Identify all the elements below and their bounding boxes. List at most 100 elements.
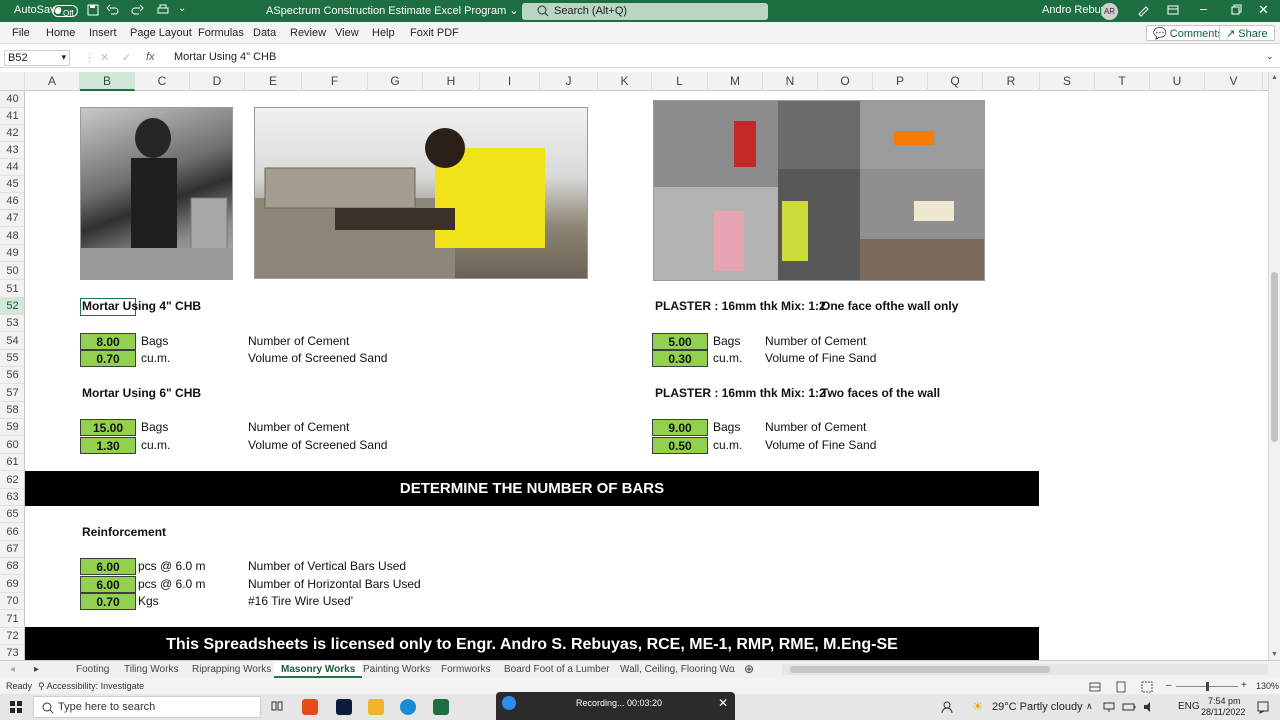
vertical-bars-desc[interactable]: Number of Vertical Bars Used — [248, 558, 406, 575]
row-header[interactable]: 41 — [0, 108, 24, 125]
next-sheet-icon[interactable]: ▸ — [34, 661, 39, 678]
row-header[interactable]: 45 — [0, 176, 24, 193]
battery-icon[interactable] — [1122, 700, 1136, 714]
tab-review[interactable]: Review — [290, 27, 326, 39]
row-header[interactable]: 57 — [0, 385, 24, 402]
row-header[interactable]: 55 — [0, 350, 24, 367]
confirm-icon[interactable]: ✓ — [122, 51, 131, 64]
excel-app-icon[interactable] — [433, 699, 449, 715]
close-recording-icon[interactable]: ✕ — [718, 696, 728, 710]
plaster-2-cement-desc[interactable]: Number of Cement — [765, 419, 866, 436]
column-header[interactable]: S — [1040, 72, 1095, 91]
cancel-icon[interactable]: ✕ — [100, 51, 109, 64]
customize-qat-icon[interactable]: ⌄ — [178, 3, 186, 14]
column-header[interactable]: U — [1150, 72, 1205, 91]
column-header[interactable]: L — [652, 72, 708, 91]
plaster-2-cement-value[interactable]: 9.00 — [652, 419, 708, 436]
zoom-slider-thumb[interactable] — [1206, 682, 1209, 691]
weather-icon[interactable]: ☀ — [972, 699, 984, 715]
sheet-tab-masonry-works[interactable]: Masonry Works — [274, 661, 363, 678]
row-header-selected[interactable]: 52 — [0, 298, 24, 315]
reinforcement-title[interactable]: Reinforcement — [82, 524, 166, 541]
column-header[interactable]: O — [818, 72, 873, 91]
row-header[interactable]: 43 — [0, 142, 24, 159]
worksheet-grid[interactable]: Mortar Using 4" CHB 8.00 Bags Number of … — [25, 91, 1268, 660]
column-header[interactable]: M — [708, 72, 763, 91]
clock-time[interactable]: 7:54 pm — [1208, 696, 1241, 706]
people-icon[interactable] — [940, 700, 954, 714]
sheet-tab-footing[interactable]: Footing — [76, 661, 109, 678]
column-header[interactable]: I — [480, 72, 540, 91]
row-header[interactable]: 63 — [0, 489, 24, 506]
row-header[interactable]: 47 — [0, 210, 24, 227]
pen-icon[interactable] — [1136, 3, 1150, 17]
plaster-1-cement-unit[interactable]: Bags — [713, 333, 740, 350]
scroll-up-icon[interactable]: ▲ — [1271, 74, 1278, 81]
tie-wire-unit[interactable]: Kgs — [138, 593, 159, 610]
row-header[interactable]: 73 — [0, 645, 24, 660]
weather-text[interactable]: 29°C Partly cloudy — [992, 701, 1083, 713]
photoshop-app-icon[interactable] — [336, 699, 352, 715]
plaster-2-title[interactable]: PLASTER : 16mm thk Mix: 1:2 — [655, 385, 826, 402]
tie-wire-value[interactable]: 0.70 — [80, 593, 136, 610]
name-box[interactable]: B52 ▾ — [4, 50, 70, 66]
avatar[interactable]: AR — [1101, 3, 1118, 20]
plaster-2-sand-value[interactable]: 0.50 — [652, 437, 708, 454]
column-header[interactable]: E — [245, 72, 302, 91]
plaster-1-cement-value[interactable]: 5.00 — [652, 333, 708, 350]
prev-sheet-icon[interactable]: ◂ — [10, 661, 15, 678]
tab-view[interactable]: View — [335, 27, 359, 39]
tab-home[interactable]: Home — [46, 27, 75, 39]
row-header[interactable]: 62 — [0, 472, 24, 489]
ribbon-display-icon[interactable] — [1166, 3, 1180, 17]
accessibility-status[interactable]: ⚲ Accessibility: Investigate — [38, 681, 144, 692]
column-header[interactable]: T — [1095, 72, 1150, 91]
mortar-4-sand-value[interactable]: 0.70 — [80, 350, 136, 367]
mortar-6-cement-unit[interactable]: Bags — [141, 419, 168, 436]
task-view-icon[interactable] — [270, 699, 286, 715]
row-header[interactable]: 67 — [0, 541, 24, 558]
notifications-icon[interactable] — [1256, 700, 1270, 714]
sheet-tab-board-foot[interactable]: Board Foot of a Lumber — [504, 661, 610, 678]
tab-help[interactable]: Help — [372, 27, 395, 39]
mortar-4-sand-unit[interactable]: cu.m. — [141, 350, 170, 367]
row-header[interactable]: 71 — [0, 611, 24, 628]
tab-insert[interactable]: Insert — [89, 27, 117, 39]
plaster-1-sand-desc[interactable]: Volume of Fine Sand — [765, 350, 876, 367]
redo-icon[interactable] — [130, 3, 144, 17]
plaster-1-sand-value[interactable]: 0.30 — [652, 350, 708, 367]
formula-input[interactable]: Mortar Using 4" CHB — [174, 51, 276, 63]
row-header[interactable]: 58 — [0, 402, 24, 419]
row-header[interactable]: 61 — [0, 454, 24, 471]
sheet-tab-painting-works[interactable]: Painting Works — [363, 661, 430, 678]
tab-page-layout[interactable]: Page Layout — [130, 27, 192, 39]
row-header[interactable]: 40 — [0, 91, 24, 108]
clock-date[interactable]: 28/11/2022 — [1201, 707, 1245, 717]
column-header[interactable]: N — [763, 72, 818, 91]
horizontal-bars-unit[interactable]: pcs @ 6.0 m — [138, 576, 206, 593]
add-sheet-icon[interactable]: ⊕ — [744, 661, 754, 678]
row-header[interactable]: 50 — [0, 263, 24, 280]
bars-section-banner[interactable]: DETERMINE THE NUMBER OF BARS — [25, 471, 1039, 506]
column-header[interactable]: V — [1205, 72, 1263, 91]
row-header[interactable]: 65 — [0, 506, 24, 523]
plaster-2-sand-unit[interactable]: cu.m. — [713, 437, 742, 454]
sheet-tab-tiling-works[interactable]: Tiling Works — [124, 661, 178, 678]
vertical-scrollbar[interactable]: ▲ ▼ — [1268, 72, 1280, 660]
network-icon[interactable] — [1102, 700, 1116, 714]
document-title[interactable]: ASpectrum Construction Estimate Excel Pr… — [266, 4, 519, 17]
horizontal-scroll-thumb[interactable] — [790, 666, 1050, 673]
page-break-view-icon[interactable] — [1140, 680, 1154, 694]
taskbar-search-input[interactable]: Type here to search — [33, 696, 261, 718]
row-header[interactable]: 68 — [0, 558, 24, 575]
select-all-corner[interactable] — [0, 72, 25, 91]
row-header[interactable]: 66 — [0, 524, 24, 541]
restore-icon[interactable] — [1229, 3, 1243, 17]
search-box[interactable]: Search (Alt+Q) — [522, 3, 768, 20]
print-icon[interactable] — [156, 3, 170, 17]
mortar-4-cement-unit[interactable]: Bags — [141, 333, 168, 350]
undo-icon[interactable] — [106, 3, 120, 17]
mortar-6-cement-desc[interactable]: Number of Cement — [248, 419, 349, 436]
mortar-6-sand-desc[interactable]: Volume of Screened Sand — [248, 437, 387, 454]
file-explorer-icon[interactable] — [368, 699, 384, 715]
